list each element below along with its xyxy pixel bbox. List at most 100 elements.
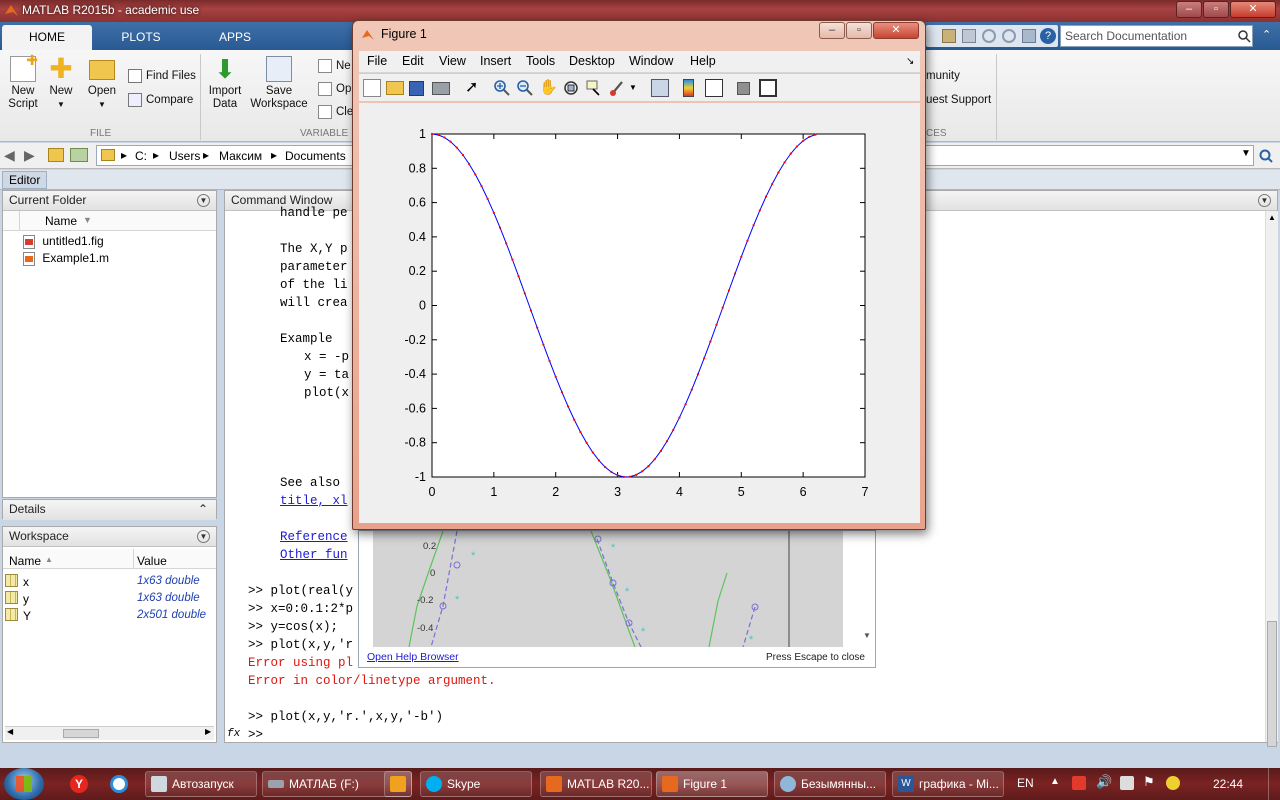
new-dropdown-icon[interactable]: ▼ (57, 100, 65, 109)
path-crumb-c[interactable]: C: (135, 149, 147, 163)
workspace-row[interactable]: y 1x63 double (3, 590, 216, 607)
find-files-button[interactable]: Find Files (128, 69, 196, 83)
import-data-button[interactable]: ⬇ Import Data (204, 56, 246, 111)
search-documentation-box[interactable]: Search Documentation (1060, 25, 1253, 47)
name-column-header[interactable]: Name (45, 214, 77, 228)
language-indicator[interactable]: EN (1017, 776, 1034, 790)
value-column-header[interactable]: Value (137, 554, 167, 568)
path-crumb-documents[interactable]: Documents (285, 149, 346, 163)
new-script-button[interactable]: ✚ New Script (4, 53, 42, 111)
request-support-link[interactable]: uest Support (926, 94, 991, 106)
path-crumb-user[interactable]: Максим (219, 149, 262, 163)
menu-view[interactable]: View (439, 54, 466, 68)
details-title-bar[interactable]: Details ⌃ (3, 500, 216, 520)
show-desktop-button[interactable] (1268, 768, 1280, 800)
new-variable-button[interactable]: Ne (318, 59, 351, 73)
brush-icon[interactable] (609, 79, 627, 97)
copy-icon[interactable] (962, 29, 976, 43)
workspace-row[interactable]: Y 2x501 double (3, 607, 216, 624)
vertical-scrollbar[interactable]: ▲ (1265, 211, 1278, 747)
taskbar-paint[interactable]: Безымянны... (774, 771, 886, 797)
plot-axes[interactable] (431, 133, 866, 478)
community-link[interactable]: munity (926, 70, 960, 82)
taskbar-media[interactable] (384, 771, 412, 797)
open-variable-button[interactable]: Op (318, 82, 351, 96)
network-icon[interactable] (1120, 776, 1134, 790)
scroll-thumb[interactable] (63, 729, 99, 738)
menu-window[interactable]: Window (629, 54, 673, 68)
close-button[interactable]: ✕ (1230, 1, 1276, 18)
tab-home[interactable]: HOME (2, 25, 92, 50)
tab-plots[interactable]: PLOTS (96, 25, 186, 50)
see-also-links[interactable]: title, xl (280, 494, 348, 508)
name-column-header[interactable]: Name (9, 554, 41, 568)
minimize-button[interactable]: – (1176, 1, 1202, 18)
figure-close-button[interactable]: ✕ (873, 22, 919, 39)
panel-menu-icon[interactable]: ▼ (197, 530, 210, 543)
browse-folder-icon[interactable] (70, 148, 88, 162)
yandex-browser-icon[interactable]: Y (70, 775, 88, 793)
rotate-3d-icon[interactable] (562, 79, 580, 97)
reference-link[interactable]: Reference (280, 530, 348, 544)
menu-file[interactable]: File (367, 54, 387, 68)
undo-icon[interactable] (982, 29, 996, 43)
tray-update-icon[interactable] (1166, 776, 1180, 790)
menu-tools[interactable]: Tools (526, 54, 555, 68)
zoom-out-icon[interactable] (516, 79, 534, 97)
show-plot-tools-icon[interactable] (759, 79, 777, 97)
zoom-in-icon[interactable] (493, 79, 511, 97)
print-figure-icon[interactable] (432, 82, 450, 95)
clock[interactable]: 22:44 (1213, 777, 1243, 791)
taskbar-word[interactable]: Wграфика - Mi... (892, 771, 1004, 797)
back-icon[interactable]: ◀ (4, 147, 15, 164)
menu-edit[interactable]: Edit (402, 54, 424, 68)
save-figure-icon[interactable] (409, 81, 424, 96)
new-button[interactable]: ✚ New ▼ (44, 55, 78, 111)
panel-menu-icon[interactable]: ▼ (1258, 194, 1271, 207)
compare-button[interactable]: Compare (128, 93, 193, 107)
open-button[interactable]: Open ▼ (84, 56, 120, 111)
taskbar-figure[interactable]: Figure 1 (656, 771, 768, 797)
collapse-icon[interactable]: ⌃ (198, 500, 208, 519)
fx-icon[interactable]: fx (227, 728, 240, 740)
open-help-browser-link[interactable]: Open Help Browser (367, 651, 459, 663)
tab-apps[interactable]: APPS (190, 25, 280, 50)
menu-help[interactable]: Help (690, 54, 716, 68)
taskbar-autoplay[interactable]: Автозапуск (145, 771, 257, 797)
open-dropdown-icon[interactable]: ▼ (98, 100, 106, 109)
menu-insert[interactable]: Insert (480, 54, 511, 68)
search-folder-icon[interactable] (1258, 148, 1274, 164)
search-icon[interactable] (1237, 29, 1251, 43)
scroll-left-icon[interactable]: ◀ (7, 727, 13, 736)
new-figure-icon[interactable] (363, 79, 381, 97)
help-icon[interactable]: ? (1040, 28, 1056, 44)
open-file-icon[interactable] (386, 81, 404, 95)
dock-figure-icon[interactable]: ↘ (906, 56, 914, 67)
hide-plot-tools-icon[interactable] (737, 82, 750, 95)
redo-icon[interactable] (1002, 29, 1016, 43)
data-cursor-icon[interactable] (585, 79, 603, 97)
other-functions-link[interactable]: Other fun (280, 548, 348, 562)
scroll-up-icon[interactable]: ▲ (1268, 213, 1276, 222)
file-item[interactable]: Example1.m (23, 251, 109, 266)
pan-hand-icon[interactable]: ✋ (539, 79, 558, 97)
taskbar-matlab[interactable]: MATLAB R20... (540, 771, 652, 797)
collapse-ribbon-icon[interactable]: ⌃ (1262, 28, 1271, 41)
insert-colorbar-icon[interactable] (683, 79, 694, 97)
figure-minimize-button[interactable]: – (819, 22, 845, 39)
scroll-thumb[interactable] (1267, 621, 1277, 747)
scroll-right-icon[interactable]: ▶ (205, 727, 211, 736)
save-workspace-button[interactable]: Save Workspace (248, 56, 310, 111)
start-button[interactable] (4, 768, 44, 800)
forward-icon[interactable]: ▶ (24, 147, 35, 164)
path-dropdown-icon[interactable]: ▼ (1241, 148, 1251, 159)
action-center-flag-icon[interactable]: ⚑ (1143, 774, 1155, 790)
scroll-down-icon[interactable]: ▼ (863, 631, 871, 640)
brush-dropdown-icon[interactable]: ▼ (629, 79, 639, 97)
figure-maximize-button[interactable]: ▫ (846, 22, 872, 39)
link-plot-icon[interactable] (651, 79, 669, 97)
up-folder-icon[interactable] (48, 148, 64, 162)
insert-legend-icon[interactable] (705, 79, 723, 97)
tray-app-icon[interactable] (1072, 776, 1086, 790)
panel-menu-icon[interactable]: ▼ (197, 194, 210, 207)
